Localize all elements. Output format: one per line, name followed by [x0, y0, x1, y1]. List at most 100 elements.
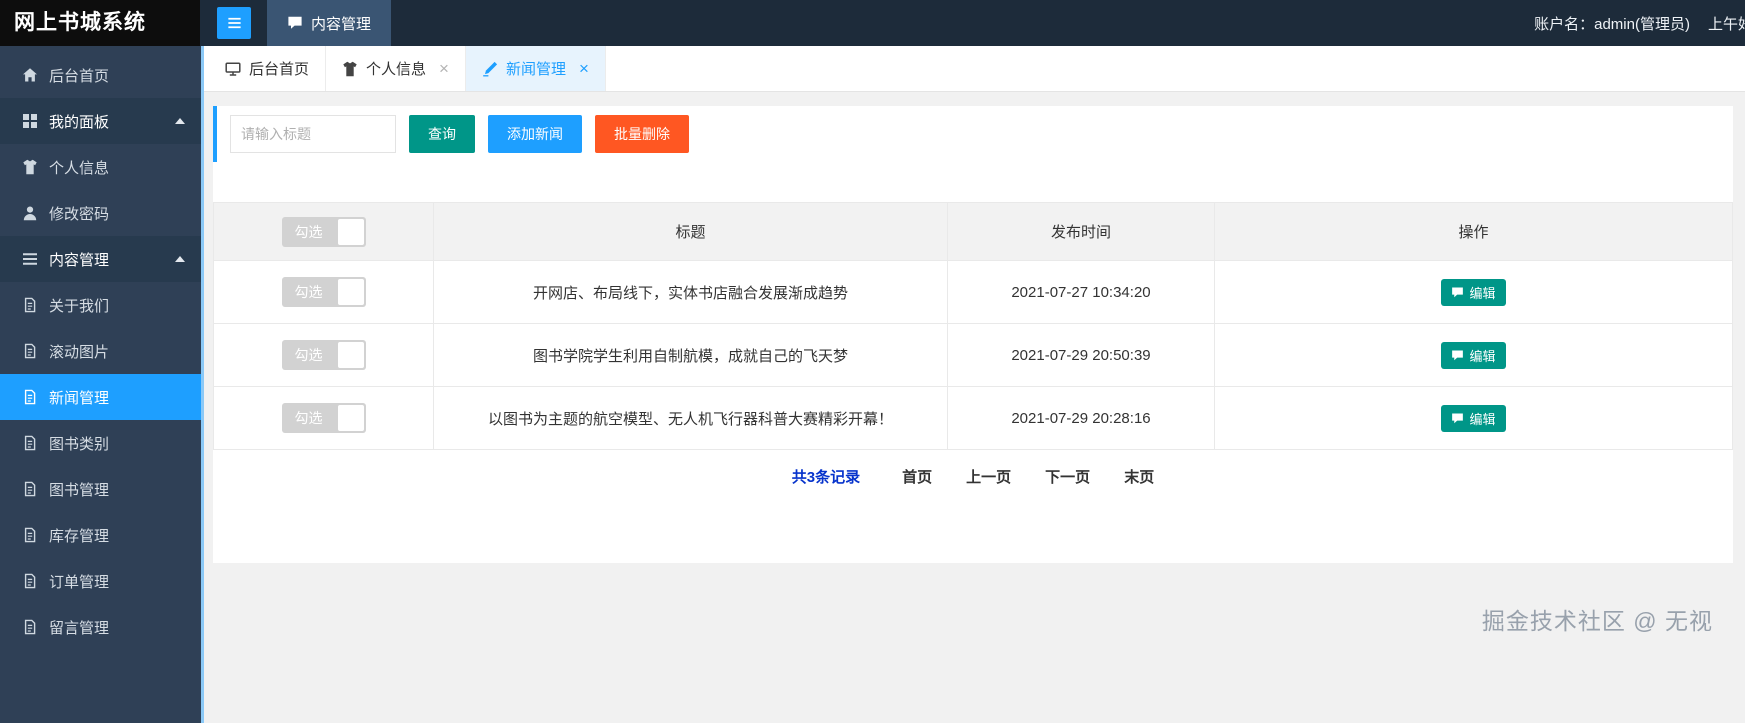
chat-icon: [1451, 349, 1464, 362]
batch-delete-button[interactable]: 批量删除: [595, 115, 689, 153]
publish-time: 2021-07-29 20:50:39: [947, 323, 1215, 387]
doc-icon: [22, 619, 38, 635]
column-header-title: 标题: [433, 202, 948, 261]
switch-label: 勾选: [294, 223, 323, 240]
switch-label: 勾选: [294, 347, 323, 363]
switch-knob: [337, 279, 364, 305]
sidebar-item-label: 我的面板: [49, 113, 110, 131]
tab-label: 后台首页: [249, 61, 310, 78]
tab-home[interactable]: 后台首页: [209, 46, 327, 91]
publish-time: 2021-07-27 10:34:20: [947, 260, 1215, 324]
row-select-switch[interactable]: 勾选: [281, 403, 366, 433]
close-icon[interactable]: ×: [439, 60, 449, 77]
edit-button-label: 编辑: [1469, 285, 1496, 301]
switch-label: 勾选: [294, 284, 323, 300]
sidebar-item-label: 库存管理: [49, 527, 110, 545]
account-name: 账户名：admin(管理员): [1534, 15, 1690, 33]
content-icon: [22, 251, 38, 267]
sidebar-item-message-management[interactable]: 留言管理: [0, 604, 201, 650]
chat-icon: [1451, 412, 1464, 425]
doc-icon: [22, 389, 38, 405]
actions-cell: 编辑: [1214, 260, 1733, 324]
query-button[interactable]: 查询: [409, 115, 475, 153]
switch-knob: [337, 218, 364, 245]
doc-icon: [22, 573, 38, 589]
switch-knob: [337, 342, 364, 368]
sidebar-item-label: 新闻管理: [49, 389, 110, 407]
actions-cell: 编辑: [1214, 323, 1733, 387]
edit-button[interactable]: 编辑: [1441, 341, 1506, 369]
news-title: 图书学院学生利用自制航模，成就自己的飞天梦: [433, 323, 948, 387]
news-table: 勾选 标题 发布时间 操作 勾选 开网店、布局线下，实体书店融合发展渐成趋势 2…: [213, 202, 1733, 450]
sidebar-item-label: 内容管理: [49, 251, 110, 269]
sidebar-item-book-management[interactable]: 图书管理: [0, 466, 201, 512]
search-input[interactable]: [230, 115, 396, 153]
add-news-button[interactable]: 添加新闻: [488, 115, 582, 153]
sidebar-item-label: 图书类别: [49, 435, 110, 453]
row-select-switch[interactable]: 勾选: [281, 277, 366, 307]
sidebar-item-home[interactable]: 后台首页: [0, 52, 201, 98]
table-row: 勾选 图书学院学生利用自制航模，成就自己的飞天梦 2021-07-29 20:5…: [213, 323, 1733, 387]
sidebar-item-about-us[interactable]: 关于我们: [0, 282, 201, 328]
sidebar-item-label: 图书管理: [49, 481, 110, 499]
doc-icon: [22, 435, 38, 451]
tab-news-management[interactable]: 新闻管理 ×: [465, 46, 606, 91]
edit-button[interactable]: 编辑: [1441, 278, 1506, 306]
topnav-item-label: 内容管理: [311, 15, 372, 33]
app-title: 网上书城系统: [0, 0, 200, 46]
news-icon: [482, 61, 498, 77]
monitor-icon: [225, 61, 241, 77]
pagination-first[interactable]: 首页: [902, 466, 932, 487]
table-row: 勾选 以图书为主题的航空模型、无人机飞行器科普大赛精彩开幕！ 2021-07-2…: [213, 386, 1733, 450]
doc-icon: [22, 343, 38, 359]
select-all-switch[interactable]: 勾选: [281, 216, 366, 247]
message-icon: [287, 15, 303, 31]
row-select-cell: 勾选: [213, 260, 434, 324]
shirt-icon: [22, 159, 38, 175]
switch-knob: [337, 405, 364, 431]
tab-profile[interactable]: 个人信息 ×: [326, 46, 466, 91]
pagination-prev[interactable]: 上一页: [966, 466, 1011, 487]
row-select-cell: 勾选: [213, 323, 434, 387]
sidebar-item-label: 后台首页: [49, 67, 110, 85]
chevron-up-icon: [175, 118, 185, 124]
shirt-icon: [342, 61, 358, 77]
sidebar-item-stock-management[interactable]: 库存管理: [0, 512, 201, 558]
menu-toggle-button[interactable]: [217, 7, 251, 39]
greeting-text: 上午好: [1707, 15, 1745, 33]
sidebar-item-book-category[interactable]: 图书类别: [0, 420, 201, 466]
tab-label: 新闻管理: [505, 61, 566, 78]
table-header-row: 勾选 标题 发布时间 操作: [213, 202, 1733, 261]
top-navigation: 内容管理 账户名：admin(管理员) 上午好: [200, 0, 1745, 46]
news-title: 开网店、布局线下，实体书店融合发展渐成趋势: [433, 260, 948, 324]
sidebar-item-profile[interactable]: 个人信息: [0, 144, 201, 190]
main-layout: 后台首页 我的面板 个人信息 修改密码 内容管理 关于我们 滚动图片 新闻管理 …: [0, 46, 1745, 723]
sidebar-item-change-password[interactable]: 修改密码: [0, 190, 201, 236]
sidebar-item-order-management[interactable]: 订单管理: [0, 558, 201, 604]
sidebar-item-scrolling-images[interactable]: 滚动图片: [0, 328, 201, 374]
publish-time: 2021-07-29 20:28:16: [947, 386, 1215, 450]
column-header-publish-time: 发布时间: [947, 202, 1215, 261]
close-icon[interactable]: ×: [579, 60, 589, 77]
tab-label: 个人信息: [366, 61, 427, 78]
pagination-last[interactable]: 末页: [1124, 466, 1154, 487]
row-select-switch[interactable]: 勾选: [281, 340, 366, 370]
select-all-cell: 勾选: [213, 202, 434, 261]
edit-button-label: 编辑: [1469, 348, 1496, 364]
sidebar-item-label: 滚动图片: [49, 343, 110, 361]
sidebar-item-label: 留言管理: [49, 619, 110, 637]
sidebar-item-my-panel[interactable]: 我的面板: [0, 98, 201, 144]
news-title: 以图书为主题的航空模型、无人机飞行器科普大赛精彩开幕！: [433, 386, 948, 450]
topnav-item-content-management[interactable]: 内容管理: [267, 0, 392, 46]
sidebar-item-news-management[interactable]: 新闻管理: [0, 374, 201, 420]
edit-button[interactable]: 编辑: [1441, 404, 1506, 432]
account-info: 账户名：admin(管理员) 上午好: [1534, 13, 1745, 34]
sidebar-item-label: 个人信息: [49, 159, 110, 177]
user-icon: [22, 205, 38, 221]
sidebar-item-content-management[interactable]: 内容管理: [0, 236, 201, 282]
actions-cell: 编辑: [1214, 386, 1733, 450]
pagination-next[interactable]: 下一页: [1045, 466, 1090, 487]
menu-icon: [227, 16, 242, 30]
pagination: 共3条记录 首页 上一页 下一页 末页: [213, 450, 1733, 487]
chevron-up-icon: [175, 256, 185, 262]
